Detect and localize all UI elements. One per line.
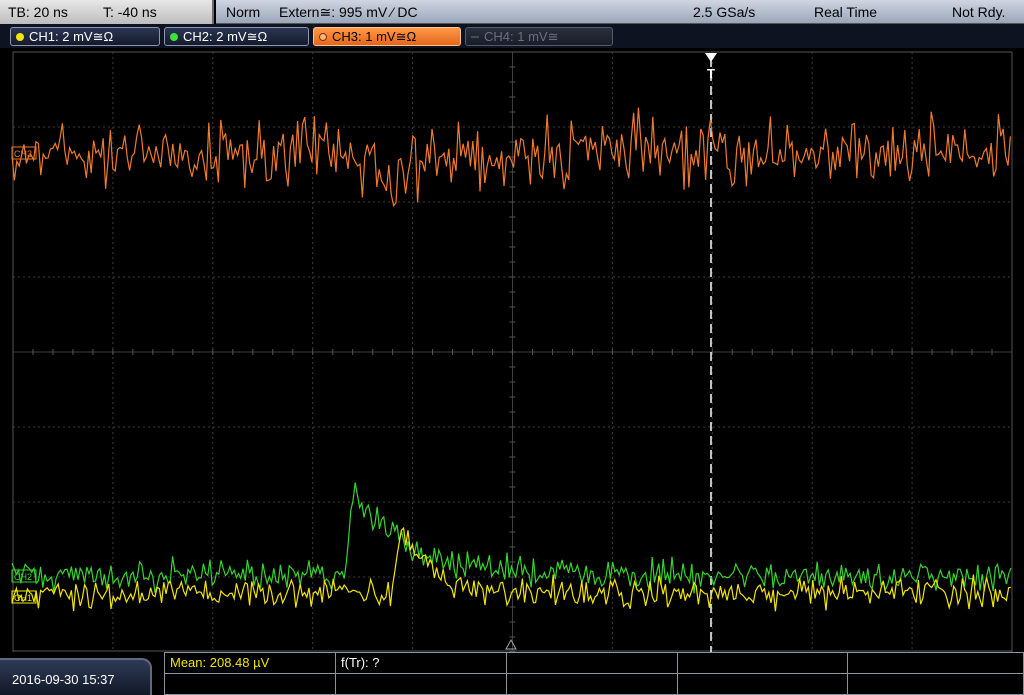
datetime-panel: 2016-09-30 15:37: [0, 658, 152, 695]
waveform-display[interactable]: T CH3 CH2 CH1: [0, 48, 1024, 652]
horizontal-reference-icon[interactable]: [505, 638, 517, 650]
trigger-mode[interactable]: Norm: [226, 4, 260, 20]
channel-2-button[interactable]: CH2: 2 mV≅Ω: [164, 27, 309, 46]
channel-1-button[interactable]: CH1: 2 mV≅Ω: [10, 27, 160, 46]
measurement-row-divider: [165, 673, 1023, 674]
trigger-source[interactable]: Extern≅: 995 mV ⁄ DC: [279, 4, 418, 21]
measurement-frequency[interactable]: f(Tr): ?: [341, 655, 380, 670]
svg-text:CH2: CH2: [14, 572, 32, 582]
measurement-col-divider: [335, 653, 336, 694]
trigger-marker-icon[interactable]: T: [705, 53, 717, 81]
svg-text:CH1: CH1: [14, 593, 32, 603]
channel-4-indicator-icon: [471, 36, 479, 38]
waveform-canvas[interactable]: T CH3 CH2 CH1: [0, 48, 1024, 652]
top-status-bar: TB: 20 ns T: -40 ns Norm Extern≅: 995 mV…: [0, 0, 1024, 24]
channel-2-indicator-icon: [170, 33, 178, 41]
acquisition-status-panel: Norm Extern≅: 995 mV ⁄ DC 2.5 GSa/s Real…: [216, 0, 1024, 24]
run-status: Not Rdy.: [952, 4, 1006, 20]
timebase-panel[interactable]: TB: 20 ns T: -40 ns: [0, 0, 214, 24]
channel-2-label: CH2: 2 mV≅Ω: [183, 29, 268, 44]
trigger-marker-label: T: [707, 66, 715, 81]
trigger-offset-readout[interactable]: T: -40 ns: [103, 4, 157, 20]
measurement-table[interactable]: Mean: 208.48 µV f(Tr): ?: [164, 652, 1024, 695]
measurement-col-divider: [506, 653, 507, 694]
bottom-status-bar: 2016-09-30 15:37 Mean: 208.48 µV f(Tr): …: [0, 652, 1024, 695]
channel-4-label: CH4: 1 mV≅: [484, 29, 559, 44]
channel-1-label: CH1: 2 mV≅Ω: [29, 29, 114, 44]
measurement-mean[interactable]: Mean: 208.48 µV: [170, 655, 269, 670]
measurement-col-divider: [847, 653, 848, 694]
channel-1-indicator-icon: [16, 33, 24, 41]
channel-3-button[interactable]: CH3: 1 mV≅Ω: [313, 27, 461, 46]
svg-text:CH3: CH3: [14, 149, 32, 159]
channel-3-label: CH3: 1 mV≅Ω: [332, 29, 417, 44]
channel-3-indicator-icon: [319, 33, 327, 41]
timebase-readout[interactable]: TB: 20 ns: [8, 4, 68, 20]
acquisition-mode[interactable]: Real Time: [814, 4, 877, 20]
measurement-col-divider: [677, 653, 678, 694]
channel-bar: CH1: 2 mV≅Ω CH2: 2 mV≅Ω CH3: 1 mV≅Ω CH4:…: [0, 24, 1024, 48]
sample-rate[interactable]: 2.5 GSa/s: [693, 4, 755, 20]
channel-4-button[interactable]: CH4: 1 mV≅: [465, 27, 613, 46]
channel-1-trace: [11, 526, 1011, 612]
datetime-readout: 2016-09-30 15:37: [12, 672, 115, 687]
